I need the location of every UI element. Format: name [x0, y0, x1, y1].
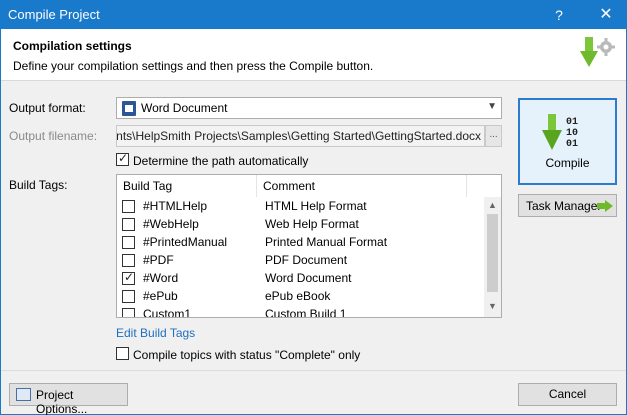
output-format-value: Word Document — [141, 101, 228, 115]
cancel-button[interactable]: Cancel — [518, 383, 617, 406]
task-manager-label: Task Manager — [526, 199, 602, 213]
browse-filename-button[interactable]: ... — [485, 125, 502, 147]
compile-project-dialog: Compile Project ? ✕ Compilation settings… — [0, 0, 627, 415]
build-tag-cell: #HTMLHelp — [143, 199, 208, 213]
row-checkbox[interactable]: ✓ — [122, 270, 135, 285]
scroll-up-icon[interactable]: ▲ — [488, 200, 497, 210]
title-bar: Compile Project ? ✕ — [1, 1, 626, 29]
build-tag-cell: #PrintedManual — [143, 235, 228, 249]
comment-cell: Custom Build 1 — [265, 307, 347, 318]
comment-cell: Word Document — [265, 271, 352, 285]
compile-button-label: Compile — [545, 156, 590, 170]
table-row[interactable]: #WebHelp Web Help Format — [117, 215, 485, 233]
header-subtitle: Define your compilation settings and the… — [13, 59, 374, 73]
comment-cell: HTML Help Format — [265, 199, 367, 213]
output-filename-value: ocuments\HelpSmith Projects\Samples\Gett… — [116, 129, 481, 143]
table-row[interactable]: #ePub ePub eBook — [117, 287, 485, 305]
footer-divider — [1, 370, 626, 371]
build-tag-cell: #ePub — [143, 289, 178, 303]
help-button[interactable]: ? — [542, 1, 576, 29]
word-document-icon — [122, 101, 136, 116]
comment-cell: Printed Manual Format — [265, 235, 388, 249]
column-header-comment[interactable]: Comment — [257, 175, 467, 197]
project-options-label: Project Options... — [36, 388, 88, 415]
build-tags-label: Build Tags: — [9, 178, 68, 192]
checkmark-icon: ✓ — [124, 270, 135, 284]
checkmark-icon: ✓ — [118, 151, 129, 165]
comment-cell: PDF Document — [265, 253, 348, 267]
svg-text:10: 10 — [566, 128, 578, 139]
build-tags-list[interactable]: Build Tag Comment #HTMLHelp HTML Help Fo… — [116, 174, 502, 318]
build-tag-cell: #WebHelp — [143, 217, 199, 231]
svg-text:01: 01 — [566, 139, 578, 150]
edit-build-tags-link[interactable]: Edit Build Tags — [116, 326, 195, 340]
determine-path-label: Determine the path automatically — [133, 154, 309, 168]
green-arrow-right-icon — [597, 200, 613, 212]
scroll-down-icon[interactable]: ▼ — [488, 301, 497, 311]
output-format-label: Output format: — [9, 101, 86, 115]
project-options-button[interactable]: Project Options... — [9, 383, 128, 415]
compile-button[interactable]: 01 10 01 Compile — [518, 98, 617, 185]
comment-cell: ePub eBook — [265, 289, 331, 303]
comment-cell: Web Help Format — [265, 217, 359, 231]
row-checkbox[interactable] — [122, 254, 135, 267]
output-filename-label: Output filename: — [9, 129, 98, 143]
project-options-icon — [16, 388, 31, 401]
row-checkbox[interactable] — [122, 308, 135, 317]
output-filename-field[interactable]: ocuments\HelpSmith Projects\Samples\Gett… — [116, 125, 485, 147]
table-row[interactable]: #HTMLHelp HTML Help Format — [117, 197, 485, 215]
binary-download-icon: 01 10 01 — [542, 114, 578, 150]
task-manager-button[interactable]: Task Manager — [518, 194, 617, 217]
window-title: Compile Project — [8, 7, 100, 22]
list-scrollbar[interactable]: ▲ ▼ — [484, 197, 501, 317]
compile-status-label: Compile topics with status "Complete" on… — [133, 348, 361, 362]
scrollbar-thumb[interactable] — [487, 214, 498, 292]
chevron-down-icon: ▼ — [487, 101, 497, 112]
compile-status-checkbox[interactable] — [116, 347, 129, 360]
output-format-select[interactable]: Word Document ▼ — [116, 97, 502, 119]
table-row[interactable]: ✓ #Word Word Document — [117, 269, 485, 287]
table-row[interactable]: #PDF PDF Document — [117, 251, 485, 269]
table-row[interactable]: Custom1 Custom Build 1 — [117, 305, 485, 318]
row-checkbox[interactable] — [122, 236, 135, 249]
svg-text:01: 01 — [566, 117, 578, 128]
build-tag-cell: Custom1 — [143, 307, 192, 318]
close-button[interactable]: ✕ — [589, 1, 623, 29]
determine-path-checkbox[interactable]: ✓ — [116, 151, 129, 166]
row-checkbox[interactable] — [122, 200, 135, 213]
build-tag-cell: #PDF — [143, 253, 174, 267]
header-title: Compilation settings — [13, 39, 132, 53]
compile-gear-icon — [580, 37, 615, 67]
column-header-build-tag[interactable]: Build Tag — [117, 175, 257, 197]
build-tag-cell: #Word — [143, 271, 179, 285]
dialog-header: Compilation settings Define your compila… — [1, 29, 626, 81]
row-checkbox[interactable] — [122, 218, 135, 231]
row-checkbox[interactable] — [122, 290, 135, 303]
table-row[interactable]: #PrintedManual Printed Manual Format — [117, 233, 485, 251]
